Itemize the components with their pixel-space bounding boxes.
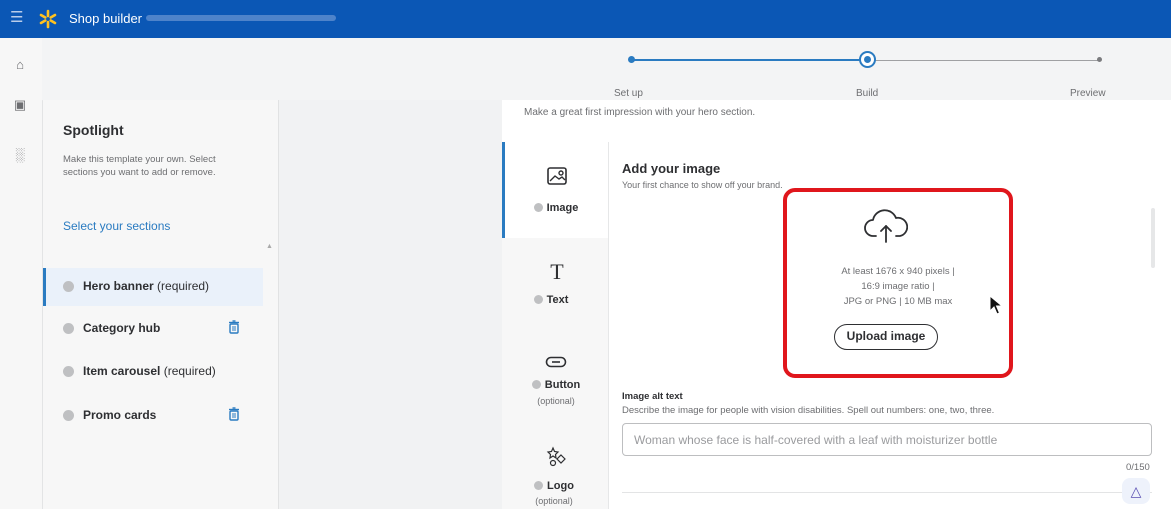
step-label-preview[interactable]: Preview <box>1070 88 1106 99</box>
section-name: Category hub <box>83 321 161 335</box>
logo-icon[interactable] <box>546 446 568 468</box>
add-image-subtitle: Your first chance to show off your brand… <box>622 180 783 190</box>
stepper-line-pending <box>867 60 1099 61</box>
home-icon[interactable]: ⌂ <box>10 55 30 75</box>
tab-logo-optional: (optional) <box>535 496 573 506</box>
section-name: Item carousel <box>83 364 161 378</box>
tab-button[interactable]: Button <box>516 379 596 391</box>
section-name: Promo cards <box>83 408 157 422</box>
scroll-up-icon[interactable]: ▲ <box>266 243 273 250</box>
step-dot-build <box>859 51 876 68</box>
tab-image[interactable]: Image <box>516 202 596 214</box>
stepper-header <box>42 38 1171 101</box>
spotlight-title: Spotlight <box>63 122 124 138</box>
trash-icon[interactable] <box>228 407 240 421</box>
section-item-category-hub[interactable]: Category hub <box>43 310 263 348</box>
trash-icon[interactable] <box>228 320 240 334</box>
button-icon[interactable] <box>545 355 567 369</box>
section-name: Hero banner <box>83 279 154 293</box>
walmart-spark-icon <box>39 9 57 29</box>
divider <box>622 492 1152 493</box>
step-dot-setup <box>628 56 635 63</box>
section-suffix: (required) <box>163 364 216 378</box>
upload-image-button[interactable]: Upload image <box>834 324 938 350</box>
info-icon[interactable] <box>63 281 74 292</box>
alt-text-placeholder: Woman whose face is half-covered with a … <box>634 433 998 447</box>
alt-text-input[interactable]: Woman whose face is half-covered with a … <box>622 423 1152 456</box>
scrollbar[interactable] <box>1151 208 1155 268</box>
alt-text-description: Describe the image for people with visio… <box>622 405 995 416</box>
stepper-line-complete <box>631 59 867 61</box>
select-sections-link[interactable]: Select your sections <box>63 219 170 233</box>
requirement-ratio: 16:9 image ratio | <box>861 281 935 292</box>
feedback-icon[interactable]: △ <box>1122 478 1150 504</box>
tab-text[interactable]: Text <box>511 294 591 306</box>
section-suffix: (required) <box>157 279 210 293</box>
alt-text-title: Image alt text <box>622 391 683 402</box>
requirement-format: JPG or PNG | 10 MB max <box>843 296 953 307</box>
requirement-size: At least 1676 x 940 pixels | <box>841 266 955 277</box>
cloud-upload-icon <box>864 209 908 243</box>
step-label-setup[interactable]: Set up <box>614 88 643 99</box>
text-icon[interactable]: T <box>527 259 587 285</box>
info-icon[interactable] <box>63 410 74 421</box>
tab-image-active[interactable] <box>502 142 608 238</box>
add-image-title: Add your image <box>622 161 721 176</box>
spotlight-description: Make this template your own. Select sect… <box>63 154 216 178</box>
store-selector[interactable] <box>146 15 336 21</box>
tab-button-optional: (optional) <box>537 396 575 406</box>
analytics-icon[interactable]: ░ <box>10 145 30 165</box>
preview-gap <box>279 100 502 509</box>
section-item-item-carousel[interactable]: Item carousel (required) <box>43 353 263 391</box>
info-icon[interactable] <box>63 323 74 334</box>
info-icon[interactable] <box>63 366 74 377</box>
step-label-build[interactable]: Build <box>856 88 878 99</box>
step-dot-preview <box>1097 57 1102 62</box>
layout-icon[interactable]: ▣ <box>10 95 30 115</box>
app-title: Shop builder <box>69 11 142 26</box>
character-counter: 0/150 <box>1126 462 1150 473</box>
tab-logo[interactable]: Logo <box>514 480 594 492</box>
menu-icon[interactable]: ☰ <box>10 10 26 26</box>
builder-intro: Make a great first impression with your … <box>524 107 756 118</box>
section-item-promo-cards[interactable]: Promo cards <box>43 397 263 435</box>
image-icon[interactable] <box>546 165 568 187</box>
mouse-cursor-icon <box>989 295 1003 315</box>
section-item-hero-banner[interactable]: Hero banner (required) <box>43 268 263 306</box>
